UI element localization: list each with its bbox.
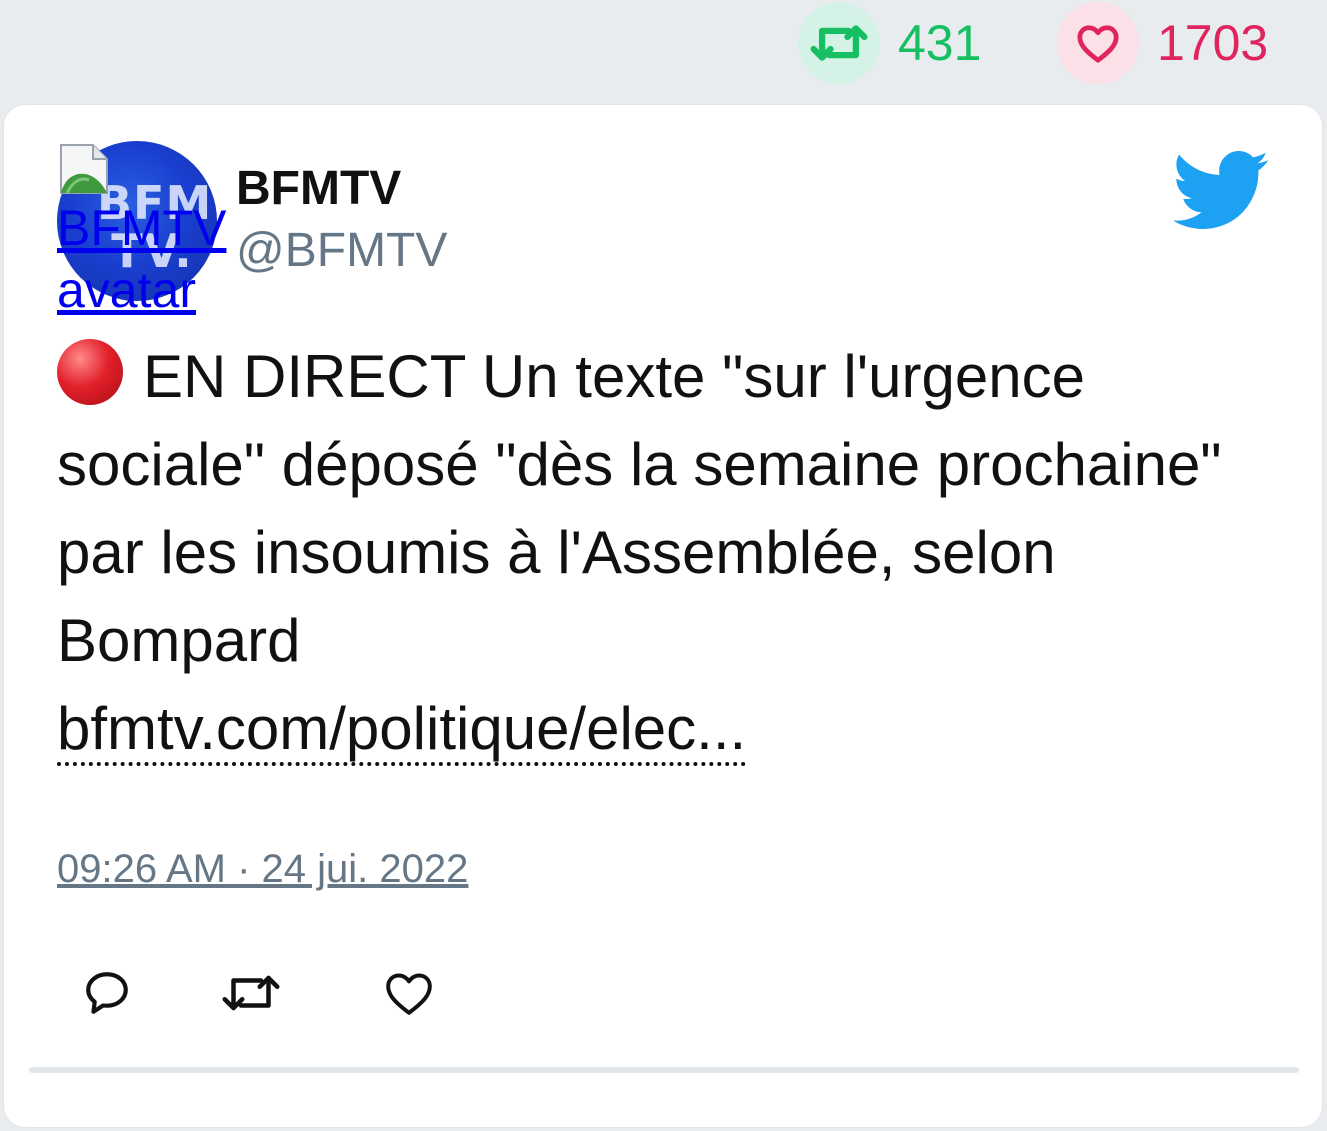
heart-icon [1077, 25, 1119, 63]
tweet-timestamp[interactable]: 09:26 AM · 24 jui. 2022 [57, 847, 468, 892]
retweet-icon [222, 975, 280, 1011]
tweet-body: EN DIRECT Un texte "sur l'urgence social… [57, 343, 1222, 674]
retweet-stat[interactable]: 431 [798, 2, 981, 84]
broken-image-icon [60, 144, 108, 194]
avatar-alt-text[interactable]: BFMTV avatar [57, 197, 257, 321]
twitter-bird-icon[interactable] [1174, 151, 1270, 229]
like-stat[interactable]: 1703 [1057, 2, 1268, 84]
reply-button[interactable] [77, 963, 137, 1023]
divider [29, 1067, 1299, 1073]
author-name[interactable]: BFMTV [236, 161, 401, 217]
avatar-link[interactable]: BFM TV. BFMTV avatar [57, 141, 226, 318]
engagement-stats: 431 1703 [0, 0, 1327, 100]
tweet-text: EN DIRECT Un texte "sur l'urgence social… [57, 333, 1257, 773]
tweet-link[interactable]: bfmtv.com/politique/elec... [57, 695, 747, 766]
retweet-stat-icon-circle [798, 2, 880, 84]
like-count: 1703 [1157, 15, 1269, 71]
retweet-button[interactable] [221, 963, 281, 1023]
heart-icon [386, 973, 432, 1015]
tweet-card: BFM TV. BFMTV avatar BFMTV @BFMTV EN DIR… [3, 104, 1323, 1128]
like-button[interactable] [379, 963, 439, 1023]
retweet-icon [810, 25, 868, 61]
red-circle-emoji [57, 339, 123, 405]
retweet-count: 431 [898, 15, 982, 71]
like-stat-icon-circle [1057, 2, 1139, 84]
reply-icon [86, 972, 128, 1014]
author-handle[interactable]: @BFMTV [236, 223, 447, 279]
